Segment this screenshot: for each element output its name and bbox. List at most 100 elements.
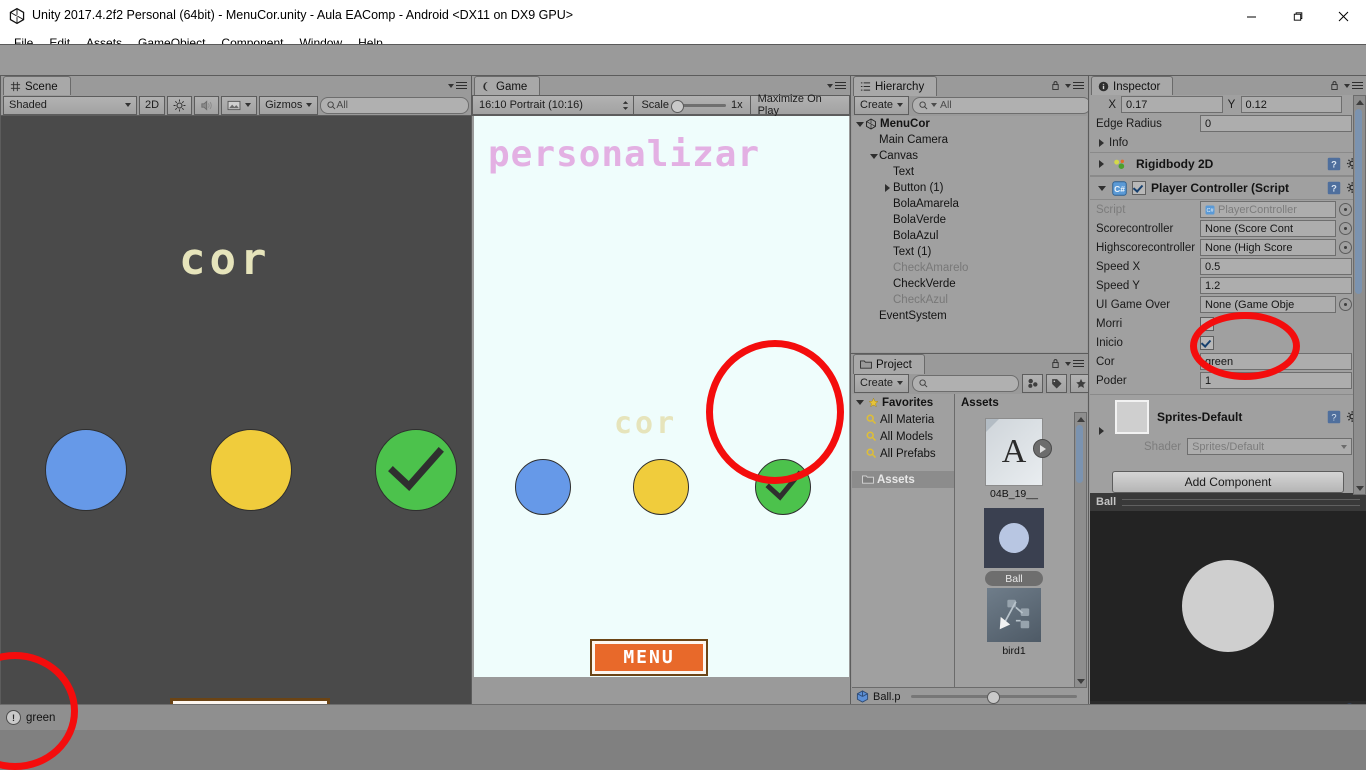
help-icon[interactable]: ? (1327, 157, 1341, 171)
project-tree-column[interactable]: Favorites All Materia All Models All Pre… (852, 394, 955, 688)
game-ball-azul[interactable] (515, 459, 571, 515)
twisty-down[interactable] (854, 121, 865, 127)
toggle-2d-button[interactable]: 2D (139, 95, 166, 115)
hierarchy-item-text-1[interactable]: Text (1) (852, 244, 1087, 260)
project-panel-menu[interactable] (1051, 358, 1084, 369)
inspector-scroll-thumb[interactable] (1355, 109, 1362, 294)
scale-slider-track[interactable] (670, 99, 726, 113)
project-scrollbar[interactable] (1074, 412, 1087, 688)
inspector-scroll-up-arrow[interactable] (1355, 97, 1364, 107)
inspector-scroll-down-arrow[interactable] (1355, 483, 1364, 493)
material-twisty[interactable] (1096, 427, 1107, 435)
add-component-button[interactable]: Add Component (1112, 471, 1344, 493)
hierarchy-item-bolaamarela[interactable]: BolaAmarela (852, 196, 1087, 212)
inspector-field-highscorecontroller[interactable]: C#None (High Score (1200, 239, 1336, 256)
scene-ball-azul[interactable] (45, 429, 127, 511)
editor-status-bar[interactable]: ! green (0, 704, 1366, 730)
rigidbody-twisty[interactable] (1096, 160, 1107, 168)
gizmos-dropdown[interactable]: Gizmos (259, 95, 319, 115)
inspector-checkbox-inicio[interactable] (1200, 335, 1214, 350)
inspector-field-speed-y[interactable]: 1.2 (1200, 277, 1352, 294)
project-favorites-root[interactable]: Favorites (852, 394, 954, 411)
inspector-field-cor[interactable]: green (1200, 353, 1352, 370)
inspector-checkbox-morri[interactable] (1200, 316, 1214, 331)
shading-mode-dropdown[interactable]: Shaded (3, 95, 137, 115)
scene-panel-menu[interactable] (448, 80, 467, 91)
hierarchy-item-checkverde[interactable]: CheckVerde (852, 276, 1087, 292)
game-canvas[interactable]: personalizar cor MENU (474, 116, 849, 677)
shader-dropdown[interactable]: Sprites/Default (1187, 438, 1352, 455)
project-create-button[interactable]: Create (854, 373, 910, 393)
aspect-ratio-dropdown[interactable]: 16:10 Portrait (10:16) (472, 95, 635, 115)
project-search-input[interactable] (912, 374, 1019, 392)
hierarchy-item-main-camera[interactable]: Main Camera (852, 132, 1087, 148)
object-picker-icon[interactable] (1339, 298, 1352, 311)
scene-fx-dropdown[interactable] (221, 95, 258, 115)
inspector-field-poder[interactable]: 1 (1200, 372, 1352, 389)
project-favorite-all-materials[interactable]: All Materia (852, 411, 954, 428)
preview-body[interactable] (1090, 511, 1366, 701)
inspector-field-script[interactable]: C# PlayerController (1200, 201, 1336, 218)
filter-by-type-button[interactable] (1022, 373, 1043, 393)
help-icon[interactable]: ? (1327, 181, 1341, 195)
script-enabled-checkbox[interactable] (1132, 181, 1146, 195)
filter-by-label-button[interactable] (1046, 373, 1067, 393)
inspector-field-scorecontroller[interactable]: C#None (Score Cont (1200, 220, 1336, 237)
hierarchy-item-checkamarelo[interactable]: CheckAmarelo (852, 260, 1087, 276)
object-picker-icon[interactable] (1339, 222, 1352, 235)
hierarchy-tree[interactable]: MenuCor Main Camera Canvas Text Button (1) Bo… (852, 116, 1087, 352)
hierarchy-item-eventsystem[interactable]: EventSystem (852, 308, 1087, 324)
hierarchy-item-menucor[interactable]: MenuCor (852, 116, 1087, 132)
scene-ball-amarela[interactable] (210, 429, 292, 511)
lock-icon[interactable] (1051, 80, 1060, 91)
hierarchy-create-button[interactable]: Create (854, 95, 910, 115)
close-button[interactable] (1320, 0, 1366, 32)
hierarchy-item-bolaazul[interactable]: BolaAzul (852, 228, 1087, 244)
tab-game[interactable]: Game (474, 76, 541, 96)
inspector-panel-menu[interactable] (1330, 80, 1363, 91)
twisty-down[interactable] (868, 153, 879, 159)
project-asset-ball[interactable]: Ball (983, 508, 1045, 586)
lock-icon[interactable] (1051, 358, 1060, 369)
hierarchy-item-text[interactable]: Text (852, 164, 1087, 180)
hierarchy-item-button-1[interactable]: Button (1) (852, 180, 1087, 196)
inspector-scrollbar[interactable] (1353, 95, 1366, 495)
object-picker-icon[interactable] (1339, 241, 1352, 254)
component-rigidbody2d-header[interactable]: Rigidbody 2D ? (1090, 152, 1366, 176)
offset-x-input[interactable]: 0.17 (1121, 96, 1223, 113)
tab-hierarchy[interactable]: Hierarchy (853, 76, 938, 96)
inspector-field-speed-x[interactable]: 0.5 (1200, 258, 1352, 275)
inspector-field-ui-game-over[interactable]: C#None (Game Obje (1200, 296, 1336, 313)
project-asset-bird1[interactable]: bird1 (983, 588, 1045, 657)
project-folder-assets[interactable]: Assets (852, 471, 954, 488)
scene-canvas[interactable]: cor MENU (1, 116, 471, 706)
twisty-right[interactable] (882, 184, 893, 192)
hierarchy-item-bolaverde[interactable]: BolaVerde (852, 212, 1087, 228)
game-panel-menu[interactable] (827, 80, 846, 91)
minimize-button[interactable] (1228, 0, 1274, 32)
project-scroll-thumb[interactable] (1076, 425, 1083, 483)
project-asset-font[interactable]: A 04B_19__ (983, 418, 1052, 500)
scene-lighting-toggle[interactable] (167, 95, 193, 115)
maximize-button[interactable] (1274, 0, 1320, 32)
info-twisty[interactable] (1096, 138, 1107, 147)
maximize-on-play-button[interactable]: Maximize On Play (750, 93, 850, 117)
project-scroll-up-arrow[interactable] (1076, 414, 1085, 424)
icon-size-slider[interactable] (910, 691, 1077, 704)
hierarchy-item-canvas[interactable]: Canvas (852, 148, 1087, 164)
component-player-controller-header[interactable]: C# Player Controller (Script ? (1090, 176, 1366, 200)
object-picker-icon[interactable] (1339, 203, 1352, 216)
game-menu-button[interactable]: MENU (590, 639, 708, 676)
game-ball-amarela[interactable] (633, 459, 689, 515)
offset-y-input[interactable]: 0.12 (1240, 96, 1342, 113)
project-assets-column[interactable]: Assets A 04B_19__ Ball bird1 (955, 394, 1087, 688)
scene-audio-toggle[interactable] (194, 95, 220, 115)
scale-slider-knob[interactable] (670, 99, 684, 113)
project-asset-grid[interactable]: A 04B_19__ Ball bird1 (955, 412, 1073, 688)
script-twisty[interactable] (1096, 185, 1107, 191)
scene-search-input[interactable]: All (320, 96, 469, 114)
hierarchy-item-checkazul[interactable]: CheckAzul (852, 292, 1087, 308)
game-scale-slider[interactable]: Scale 1x (634, 95, 751, 115)
project-scroll-down-arrow[interactable] (1076, 676, 1085, 686)
help-icon[interactable]: ? (1327, 410, 1341, 424)
